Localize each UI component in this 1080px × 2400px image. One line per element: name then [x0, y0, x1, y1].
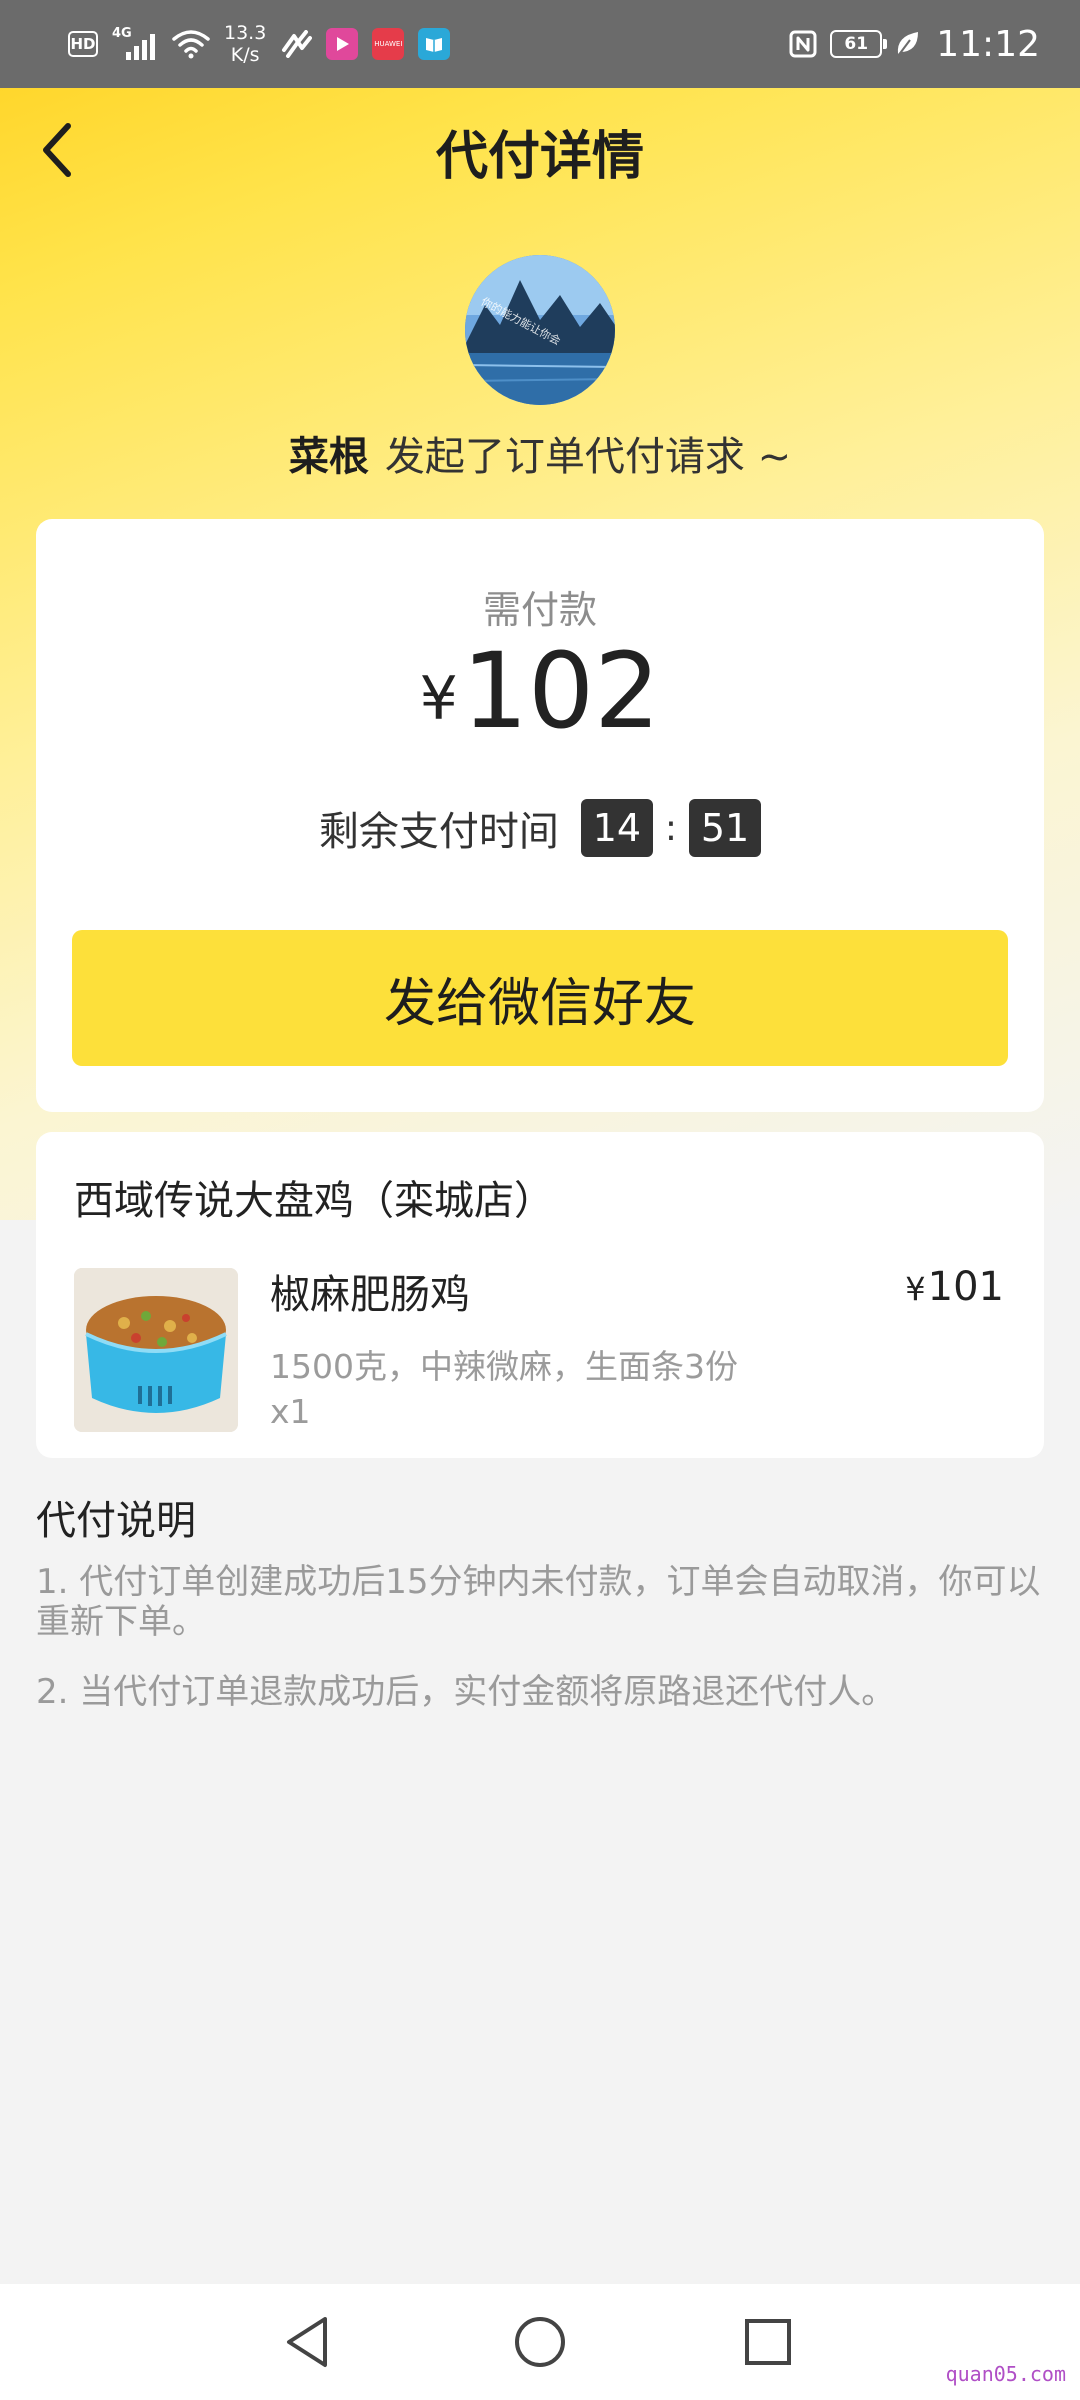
- reader-app-icon: [418, 28, 451, 60]
- nfc-icon: [789, 30, 817, 58]
- page-title: 代付详情: [435, 127, 644, 187]
- notes-title: 代付说明: [36, 1498, 196, 1544]
- network-type: 4G: [112, 26, 132, 41]
- network-speed-unit: K/s: [230, 44, 260, 66]
- countdown-minutes: 14: [580, 799, 653, 857]
- hd-icon: HD: [68, 31, 98, 57]
- nav-home-button[interactable]: [510, 2312, 570, 2372]
- countdown-seconds: 51: [689, 799, 762, 857]
- dish-spec: 1500克，中辣微麻，生面条3份: [270, 1347, 738, 1386]
- currency-symbol: ¥: [419, 664, 458, 734]
- order-card: 西域传说大盘鸡（栾城店） 椒麻肥肠鸡 ¥101 1500克，中辣微麻，生面条3份…: [36, 1132, 1044, 1458]
- screen: HD 4G 13.3 K/s HUAWEI 61 11:12 代付详情 你的能力…: [0, 0, 1080, 2400]
- amount-due-label: 需付款: [482, 588, 597, 632]
- cellular-signal-icon: 4G: [112, 26, 158, 62]
- dish-image: [74, 1268, 238, 1432]
- shop-name: 西域传说大盘鸡（栾城店）: [74, 1178, 554, 1224]
- huawei-app-icon: HUAWEI: [372, 28, 405, 60]
- network-speed-value: 13.3: [224, 22, 267, 44]
- status-bar-left: HD 4G 13.3 K/s HUAWEI: [68, 0, 451, 88]
- square-recent-icon: [745, 2319, 791, 2365]
- request-message-line: 菜根 发起了订单代付请求 ~: [0, 424, 1080, 482]
- note-item: 2. 当代付订单退款成功后，实付金额将原路退还代付人。: [36, 1672, 896, 1712]
- note-item: 1. 代付订单创建成功后15分钟内未付款，订单会自动取消，你可以重新下单。: [36, 1562, 1041, 1642]
- amount-value: 102: [461, 630, 661, 752]
- watermark: quan05.com: [945, 2362, 1066, 2386]
- dish-quantity: x1: [270, 1392, 311, 1431]
- requester-name: 菜根: [288, 434, 369, 480]
- circle-home-icon: [515, 2317, 565, 2367]
- system-navigation-bar: quan05.com: [0, 2284, 1080, 2400]
- wifi-icon: [172, 30, 210, 59]
- power-saving-leaf-icon: [897, 32, 919, 57]
- dish-currency-symbol: ¥: [905, 1270, 926, 1308]
- battery-icon: 61: [830, 30, 888, 58]
- video-app-icon: [326, 28, 359, 60]
- nav-back-button[interactable]: [278, 2312, 338, 2372]
- triangle-back-icon: [287, 2317, 327, 2367]
- dish-price: ¥101: [905, 1264, 1004, 1310]
- nav-recent-apps-button[interactable]: [738, 2312, 798, 2372]
- dish-name: 椒麻肥肠鸡: [270, 1272, 470, 1318]
- payment-card: 需付款 ¥102 剩余支付时间 14 : 51 发给微信好友: [36, 519, 1044, 1112]
- dish-price-value: 101: [927, 1264, 1004, 1310]
- countdown-separator: :: [664, 807, 678, 849]
- requester-avatar: 你的能力能让你会: [465, 255, 615, 405]
- payment-countdown: 剩余支付时间 14 : 51: [36, 799, 1044, 857]
- countdown-label: 剩余支付时间: [318, 809, 559, 855]
- request-message: 发起了订单代付请求 ~: [384, 434, 792, 480]
- clock: 11:12: [936, 23, 1040, 65]
- amount-due: ¥102: [36, 639, 1044, 743]
- status-bar-right: 61 11:12: [788, 0, 1040, 88]
- page-header: 代付详情: [0, 88, 1080, 212]
- status-bar: HD 4G 13.3 K/s HUAWEI 61 11:12: [0, 0, 1080, 88]
- send-to-wechat-friend-button[interactable]: 发给微信好友: [72, 930, 1008, 1066]
- network-speed: 13.3 K/s: [224, 22, 266, 66]
- vibrate-icon: [282, 30, 313, 58]
